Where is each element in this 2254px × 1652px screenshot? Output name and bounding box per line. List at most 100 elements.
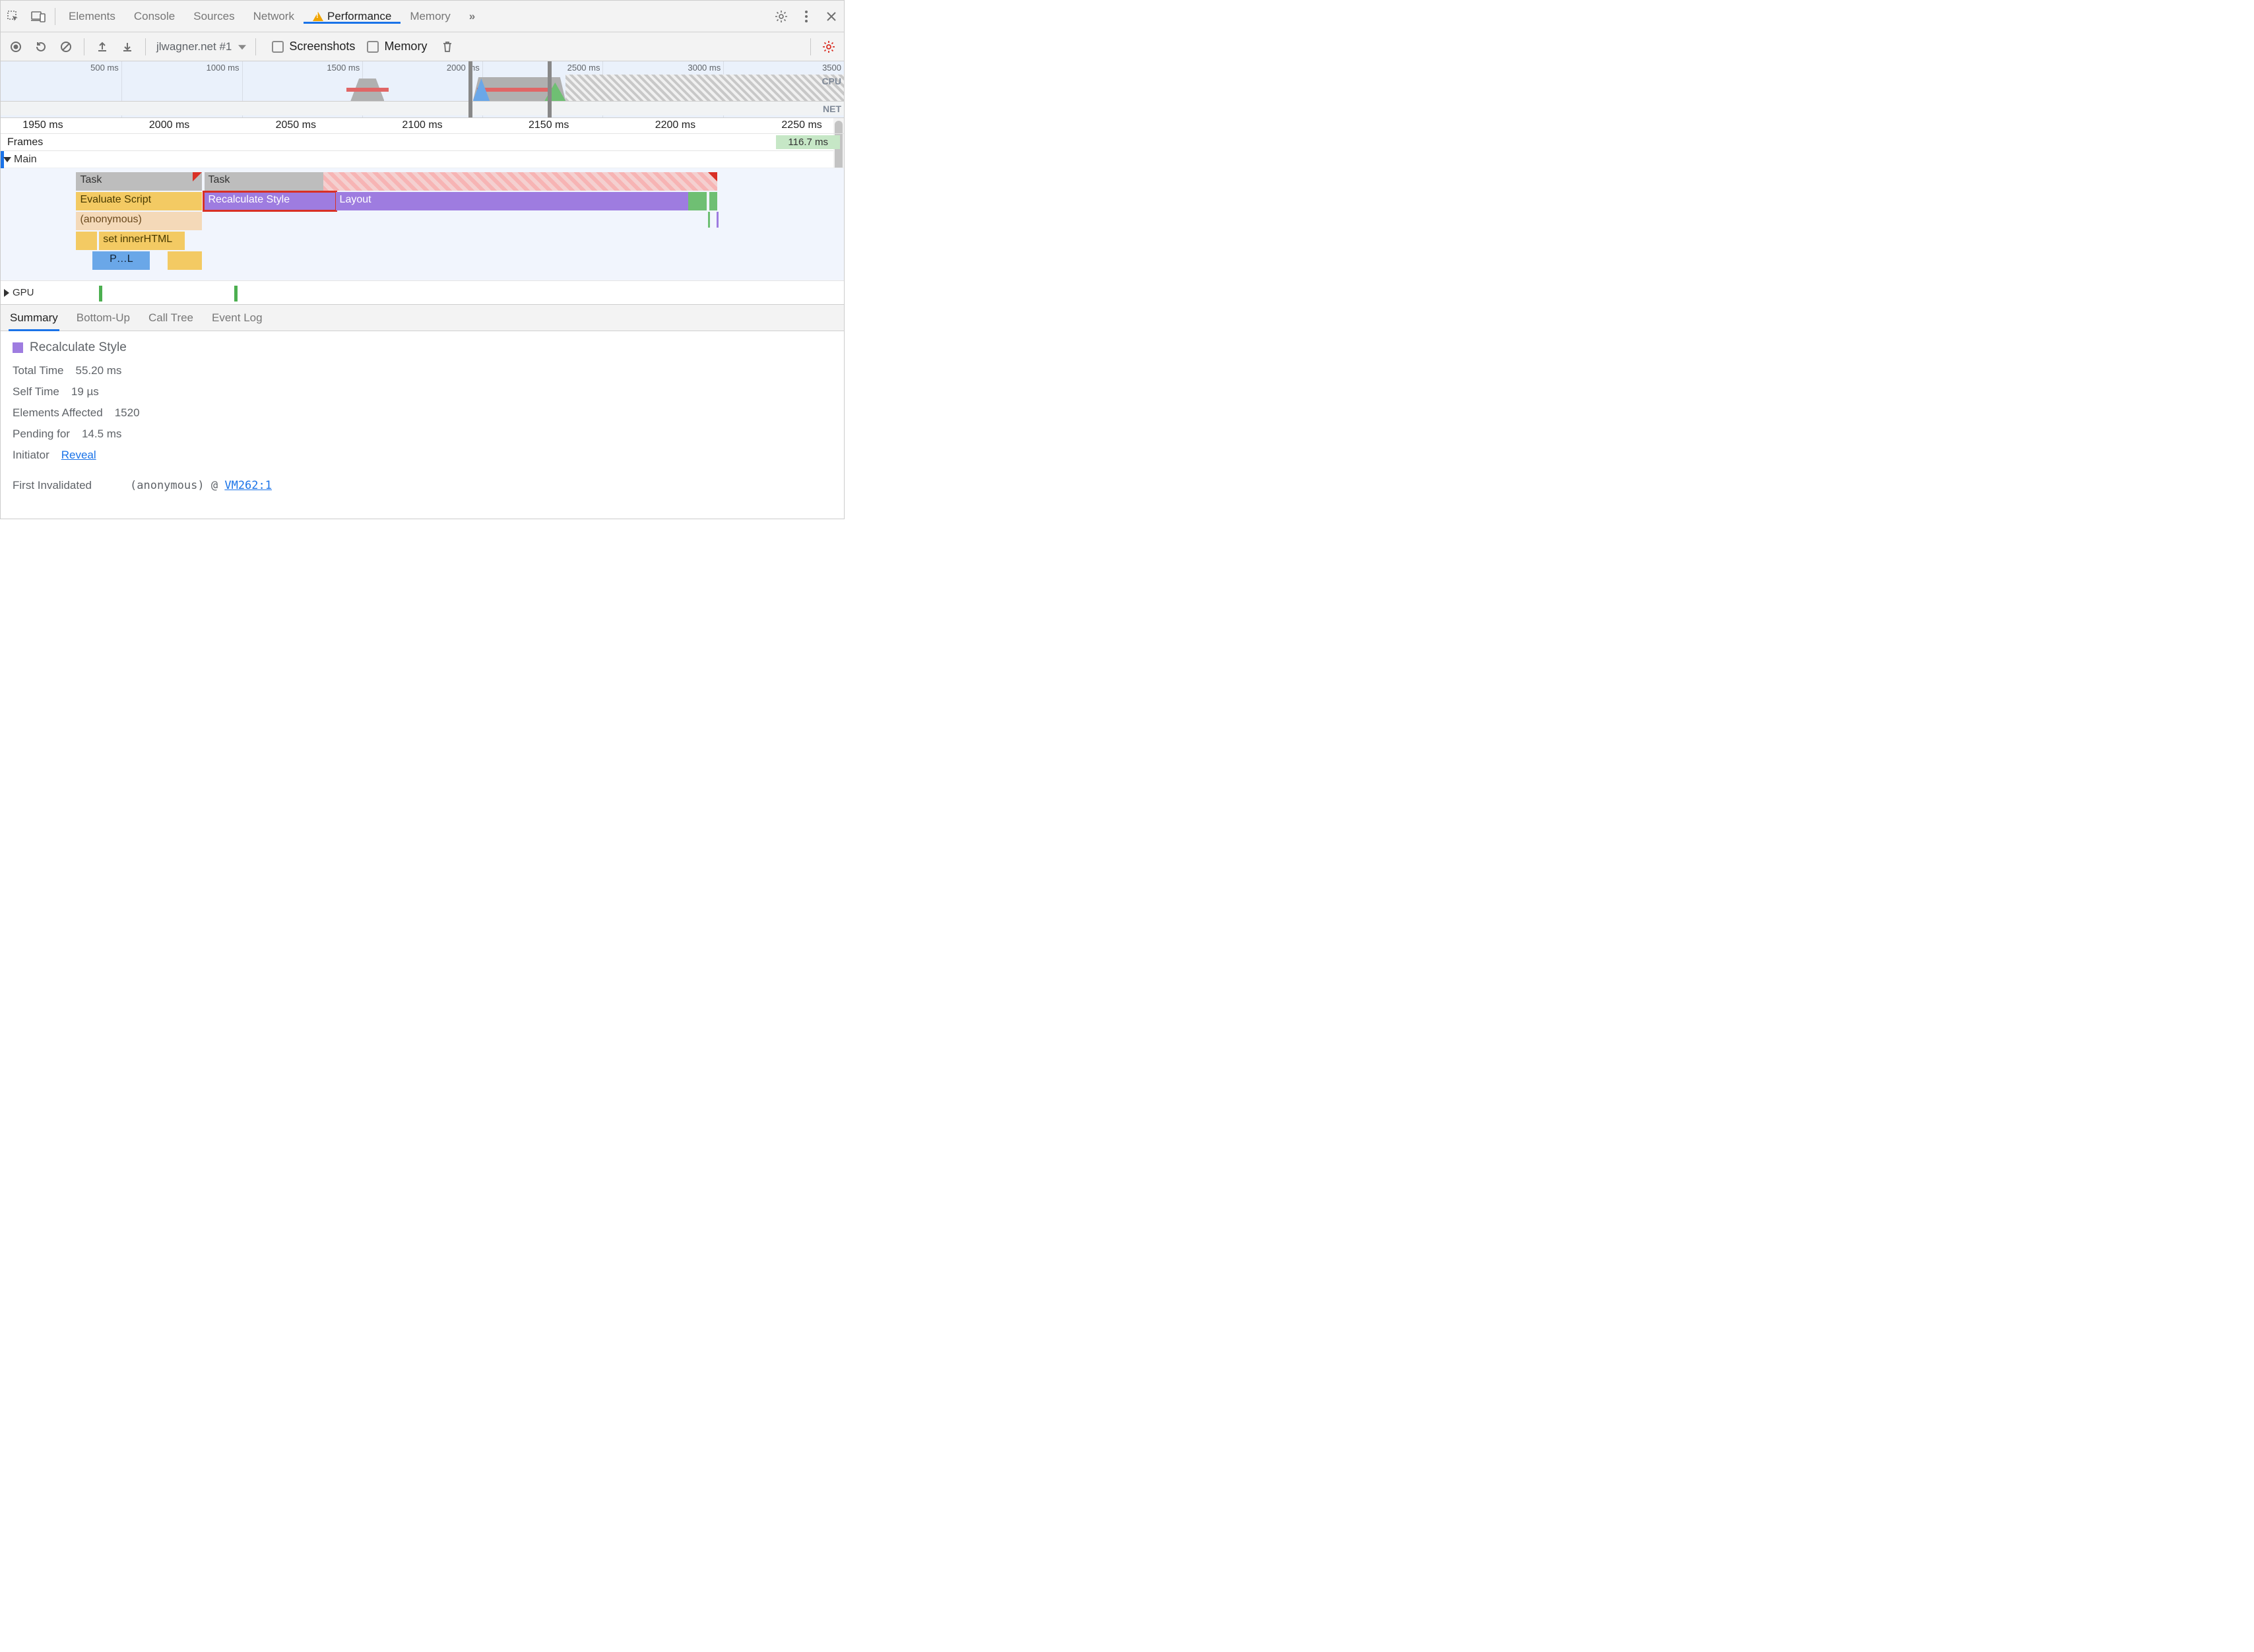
details-subtabs: Summary Bottom-Up Call Tree Event Log	[1, 305, 844, 331]
recording-selector[interactable]: jlwagner.net #1	[152, 40, 249, 53]
callsite-fn: (anonymous)	[130, 479, 205, 492]
inspect-element-icon[interactable]	[1, 1, 26, 32]
ov-tick: 1500 ms	[327, 63, 362, 73]
summary-title-row: Recalculate Style	[13, 340, 832, 355]
divider	[255, 38, 256, 55]
flame-tiny-bar[interactable]	[717, 212, 719, 228]
flame-paint[interactable]	[688, 192, 706, 210]
callsite-at: @	[211, 479, 218, 492]
v-elements-affected: 1520	[115, 406, 140, 420]
category-swatch	[13, 342, 23, 353]
disclosure-triangle-icon	[4, 289, 9, 297]
r2-tick: 1950 ms	[22, 119, 63, 131]
r2-tick: 2150 ms	[529, 119, 569, 131]
overview-net-track	[1, 101, 844, 115]
flame-anonymous[interactable]: (anonymous)	[76, 212, 201, 230]
gpu-bar[interactable]	[234, 286, 238, 302]
flame-evaluate-script[interactable]: Evaluate Script	[76, 192, 201, 210]
long-task-marker-icon	[193, 172, 202, 181]
r2-tick: 2000 ms	[149, 119, 189, 131]
r2-tick: 2100 ms	[402, 119, 442, 131]
ov-tick: 500 ms	[90, 63, 121, 73]
overview-selection-handle[interactable]	[468, 61, 551, 117]
callsite-location-link[interactable]: VM262:1	[224, 479, 272, 492]
ov-tick: 2500 ms	[567, 63, 603, 73]
gpu-bar[interactable]	[99, 286, 102, 302]
summary-title: Recalculate Style	[30, 340, 127, 355]
k-first-invalidated: First Invalidated	[13, 479, 92, 492]
track-main-header[interactable]: Main	[1, 151, 844, 168]
subtab-call-tree[interactable]: Call Tree	[148, 305, 193, 331]
memory-label: Memory	[384, 40, 427, 53]
flame-stub[interactable]	[76, 232, 96, 250]
record-button[interactable]	[5, 36, 27, 58]
reload-record-button[interactable]	[30, 36, 52, 58]
tab-network[interactable]: Network	[244, 10, 304, 23]
upload-profile-icon[interactable]	[91, 36, 113, 58]
gc-button[interactable]	[436, 36, 459, 58]
memory-checkbox[interactable]: Memory	[367, 40, 427, 53]
initiator-reveal-link[interactable]: Reveal	[61, 449, 96, 462]
detail-ruler[interactable]: 1950 ms 2000 ms 2050 ms 2100 ms 2150 ms …	[1, 118, 844, 134]
perf-toolbar: jlwagner.net #1 Screenshots Memory	[1, 32, 844, 61]
flame-task[interactable]: Task	[76, 172, 201, 191]
checkbox-box	[272, 41, 284, 53]
flame-paint[interactable]	[709, 192, 717, 210]
kebab-menu-icon[interactable]	[794, 1, 819, 32]
flame-stub[interactable]	[168, 251, 202, 270]
flame-layout[interactable]: Layout	[336, 192, 689, 210]
disclosure-triangle-icon	[3, 157, 11, 162]
long-task-marker-icon	[708, 172, 717, 181]
device-toolbar-icon[interactable]	[26, 1, 51, 32]
close-icon[interactable]	[819, 1, 844, 32]
clear-button[interactable]	[55, 36, 77, 58]
tab-elements[interactable]: Elements	[59, 10, 125, 23]
timeline-detail: 1950 ms 2000 ms 2050 ms 2100 ms 2150 ms …	[1, 118, 844, 305]
r2-tick: 2200 ms	[655, 119, 695, 131]
flame-parse[interactable]: P…L	[92, 251, 150, 270]
v-pending-for: 14.5 ms	[82, 428, 121, 441]
summary-pane: Recalculate Style Total Time55.20 ms Sel…	[1, 331, 844, 519]
v-total-time: 55.20 ms	[75, 364, 121, 377]
ov-tick: 3000 ms	[688, 63, 723, 73]
panel-tabbar: Elements Console Sources Network Perform…	[1, 1, 844, 32]
flame-long-task[interactable]	[323, 172, 717, 191]
checkbox-box	[367, 41, 379, 53]
warning-icon	[313, 12, 323, 21]
frames-label: Frames	[1, 137, 73, 148]
k-self-time: Self Time	[13, 385, 59, 398]
flame-chart[interactable]: Task Task Evaluate Script Recalculate St…	[1, 168, 844, 280]
screenshots-checkbox[interactable]: Screenshots	[272, 40, 355, 53]
tab-console[interactable]: Console	[125, 10, 184, 23]
ov-tick: 1000 ms	[207, 63, 242, 73]
subtab-summary[interactable]: Summary	[10, 305, 58, 331]
gpu-label: GPU	[13, 287, 72, 298]
capture-settings-icon[interactable]	[818, 36, 840, 58]
overview-ruler: 500 ms 1000 ms 1500 ms 2000 ms 2500 ms 3…	[1, 61, 844, 73]
flame-task[interactable]: Task	[205, 172, 323, 191]
flame-tiny-bar[interactable]	[708, 212, 710, 228]
tab-sources[interactable]: Sources	[184, 10, 243, 23]
track-frames[interactable]: Frames 116.7 ms	[1, 134, 844, 151]
timeline-overview[interactable]: 500 ms 1000 ms 1500 ms 2000 ms 2500 ms 3…	[1, 61, 844, 118]
track-gpu[interactable]: GPU	[1, 280, 844, 304]
tab-memory[interactable]: Memory	[401, 10, 459, 23]
panel-tabs: Elements Console Sources Network Perform…	[59, 10, 769, 23]
settings-icon[interactable]	[769, 1, 794, 32]
k-pending-for: Pending for	[13, 428, 70, 441]
tabs-overflow[interactable]: »	[460, 10, 484, 23]
flame-set-innerhtml[interactable]: set innerHTML	[99, 232, 184, 250]
subtab-bottom-up[interactable]: Bottom-Up	[77, 305, 130, 331]
divider	[810, 38, 811, 55]
recording-selector-label: jlwagner.net #1	[152, 40, 249, 53]
tab-performance-label: Performance	[327, 10, 391, 23]
subtab-event-log[interactable]: Event Log	[212, 305, 263, 331]
download-profile-icon[interactable]	[116, 36, 139, 58]
frame-duration-chip[interactable]: 116.7 ms	[776, 135, 840, 149]
overview-net-label: NET	[823, 104, 841, 114]
r2-tick: 2250 ms	[781, 119, 821, 131]
tab-performance[interactable]: Performance	[304, 10, 401, 23]
flame-recalc-style[interactable]: Recalculate Style	[205, 192, 336, 210]
chevron-down-icon	[238, 45, 246, 49]
v-self-time: 19 µs	[71, 385, 99, 398]
